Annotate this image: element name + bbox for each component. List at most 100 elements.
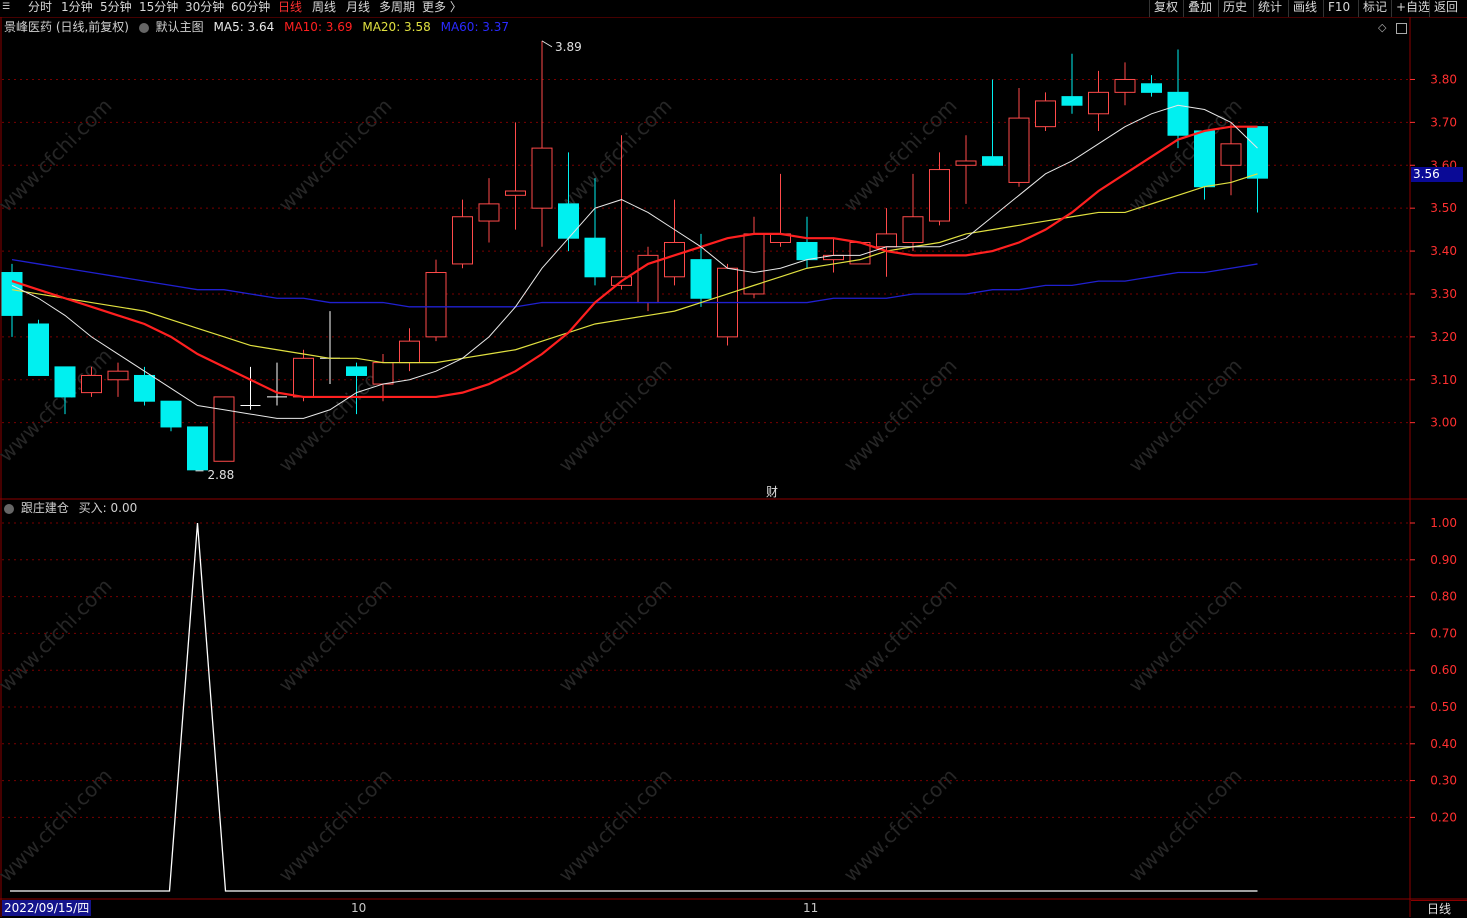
period-tab-3[interactable]: 15分钟 [139, 0, 178, 17]
price-tick-label: 3.70 [1430, 115, 1457, 129]
period-tab-10[interactable]: 更多 〉 [422, 0, 462, 17]
finance-marker: 财 [766, 485, 778, 499]
candle-body-up [929, 169, 950, 222]
indicator-toggle-icon[interactable] [138, 20, 152, 34]
watermark-text: www.cfchi.com [1124, 574, 1247, 697]
sub-tick-label: 0.40 [1430, 737, 1457, 751]
high-marker-pointer [541, 40, 553, 48]
diamond-icon[interactable]: ◇ [1378, 21, 1386, 34]
candle-body-up [425, 272, 447, 338]
period-tab-8[interactable]: 月线 [346, 0, 370, 17]
watermark-text: www.cfchi.com [1124, 354, 1247, 477]
candle-body-down [28, 323, 49, 376]
candle-body-down [1, 272, 23, 316]
ma60-value: MA60: 3.37 [440, 20, 510, 34]
watermark-text: www.cfchi.com [554, 354, 677, 477]
sub-tick-label: 0.50 [1430, 700, 1457, 714]
period-label[interactable]: 日线 [1411, 900, 1467, 918]
watermark-text: www.cfchi.com [554, 764, 677, 887]
candle-body-up [452, 216, 473, 265]
sub-tick-label: 0.80 [1430, 590, 1457, 604]
stock-title: 景峰医药 (日线,前复权) [4, 20, 129, 34]
buy-value: 买入: 0.00 [78, 501, 138, 515]
candle-body-up [664, 241, 685, 278]
toolbar-button-6[interactable]: 标记 [1358, 0, 1391, 17]
ma10-line [11, 125, 1258, 399]
toolbar-button-5[interactable]: F10 [1323, 0, 1354, 17]
sub-indicator-toggle-icon[interactable] [4, 501, 17, 515]
candle-body-down [1061, 96, 1083, 106]
watermark-text: www.cfchi.com [554, 574, 677, 697]
panel-toggle-icon[interactable] [1396, 23, 1407, 34]
ma5-value: MA5: 3.64 [213, 20, 275, 34]
candle-body-up [293, 357, 314, 398]
period-tab-9[interactable]: 多周期 [379, 0, 415, 17]
candle-body-up [531, 147, 553, 209]
watermark-text: www.cfchi.com [0, 344, 117, 467]
sub-indicator-name[interactable]: 跟庄建仓 [21, 501, 69, 515]
candle-body-down [558, 203, 579, 239]
current-price-tag: 3.56 [1411, 167, 1463, 182]
toolbar-button-0[interactable]: 复权 [1149, 0, 1182, 17]
price-tick-label: 3.10 [1430, 373, 1457, 387]
toolbar-button-4[interactable]: 画线 [1288, 0, 1321, 17]
period-tab-6[interactable]: 日线 [278, 0, 302, 17]
period-tab-0[interactable]: 分时 [28, 0, 52, 17]
candle-body-up [107, 370, 129, 381]
toolbar-button-3[interactable]: 统计 [1253, 0, 1286, 17]
candle-body-up [955, 160, 977, 166]
price-tick-label: 3.80 [1430, 72, 1457, 86]
cursor-date: 2022/09/15/四 [2, 900, 92, 916]
watermark-text: www.cfchi.com [839, 574, 962, 697]
stock-chart[interactable]: www.cfchi.com www.cfchi.com www.cfchi.com w… [0, 0, 1467, 917]
candle-body-up [372, 362, 394, 385]
sub-tick-label: 0.70 [1430, 626, 1457, 640]
period-tab-1[interactable]: 1分钟 [61, 0, 93, 17]
watermark-text: www.cfchi.com [0, 764, 117, 887]
candle-body-down [982, 156, 1003, 166]
period-tab-7[interactable]: 周线 [312, 0, 336, 17]
candle-body-up [1035, 100, 1056, 128]
watermark-text: www.cfchi.com [1124, 764, 1247, 887]
watermark-text: www.cfchi.com [0, 574, 117, 697]
watermark-text: www.cfchi.com [274, 574, 397, 697]
watermark-text: www.cfchi.com [0, 94, 117, 217]
price-tick-label: 3.00 [1430, 416, 1457, 430]
toolbar-button-2[interactable]: 历史 [1218, 0, 1251, 17]
candle-body-up [1114, 78, 1136, 93]
candle-body-down [54, 366, 76, 398]
watermark-text: www.cfchi.com [274, 764, 397, 887]
period-tab-4[interactable]: 30分钟 [185, 0, 224, 17]
candle-body-up [213, 396, 235, 462]
candle-body-down [160, 400, 182, 428]
sub-tick-label: 0.30 [1430, 774, 1457, 788]
sub-grid [2, 522, 1410, 818]
period-tab-5[interactable]: 60分钟 [231, 0, 270, 17]
toolbar-button-8[interactable]: 返回 [1429, 0, 1462, 17]
watermark-text: www.cfchi.com [554, 94, 677, 217]
x-label-month-10: 10 [351, 901, 367, 915]
candle-body-down [690, 259, 712, 299]
period-tab-2[interactable]: 5分钟 [100, 0, 132, 17]
window-menu-icon[interactable]: ☰ [2, 0, 10, 17]
price-tick-label: 3.20 [1430, 330, 1457, 344]
main-indicator-name[interactable]: 默认主图 [156, 20, 204, 34]
toolbar-button-1[interactable]: 叠加 [1183, 0, 1216, 17]
ma20-value: MA20: 3.58 [362, 20, 431, 34]
main-legend: 景峰医药 (日线,前复权) 默认主图 MA5: 3.64 MA10: 3.69 … [4, 19, 509, 35]
toolbar-button-7[interactable]: +自选 [1391, 0, 1434, 17]
candle-body-down [1194, 130, 1215, 188]
high-price-label: 3.89 [555, 40, 582, 54]
sub-indicator-axis: 0.20 0.30 0.40 0.50 0.60 0.70 0.80 0.90 1.00 [1410, 516, 1457, 824]
ma60-line [11, 259, 1258, 308]
price-tick-label: 3.30 [1430, 287, 1457, 301]
price-tick-label: 3.40 [1430, 244, 1457, 258]
ma10-value: MA10: 3.69 [284, 20, 353, 34]
watermark-text: www.cfchi.com [839, 764, 962, 887]
candle-body-down [1141, 83, 1162, 93]
watermark-layer: www.cfchi.com www.cfchi.com www.cfchi.com w… [0, 94, 1247, 887]
ma20-line [11, 173, 1258, 364]
candle-body-up [1008, 117, 1030, 183]
period-toolbar: ☰ 分时 1分钟 5分钟 15分钟 30分钟 60分钟 日线 周线 月线 多周期 更多 〉 复权 叠加 历史… [0, 0, 1467, 17]
main-price-axis: 3.003.103.203.303.403.503.603.703.80 [1410, 72, 1457, 430]
